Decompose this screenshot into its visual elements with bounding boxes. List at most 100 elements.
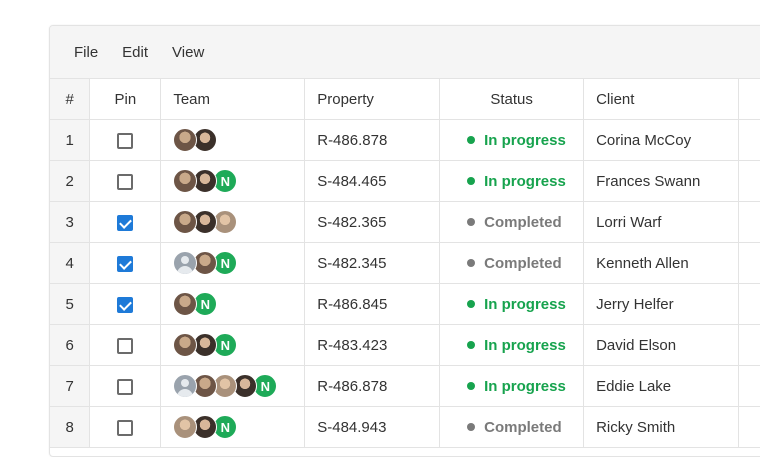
table-row[interactable]: 4NS-482.345CompletedKenneth Allen bbox=[50, 243, 760, 284]
pin-cell bbox=[90, 366, 161, 407]
menu-view[interactable]: View bbox=[160, 44, 216, 61]
status-dot-icon bbox=[467, 136, 475, 144]
table-row[interactable]: 8 NS-484.943 Completed Ricky Smith bbox=[50, 407, 760, 448]
extra-cell bbox=[739, 202, 760, 243]
property-cell: R-486.878 bbox=[305, 366, 440, 407]
property-cell: S-484.465 bbox=[305, 161, 440, 202]
avatar-woman-photo[interactable] bbox=[173, 128, 197, 152]
team-cell: N bbox=[161, 161, 305, 202]
pin-checkbox[interactable] bbox=[117, 338, 133, 354]
pin-cell bbox=[90, 120, 161, 161]
client-cell: Kenneth Allen bbox=[584, 243, 739, 284]
header-row: # Pin Team Property Status Client bbox=[50, 79, 760, 120]
property-cell: R-486.878 bbox=[305, 120, 440, 161]
pin-checkbox[interactable] bbox=[117, 379, 133, 395]
team-cell: N bbox=[161, 407, 305, 448]
pin-checkbox[interactable] bbox=[117, 215, 133, 231]
menu-file[interactable]: File bbox=[62, 44, 110, 61]
row-number: 2 bbox=[50, 161, 90, 202]
status-cell: In progress bbox=[440, 161, 584, 202]
status-cell: Completed bbox=[440, 243, 584, 284]
column-header-status[interactable]: Status bbox=[440, 79, 584, 120]
status-dot-icon bbox=[467, 259, 475, 267]
avatar-placeholder[interactable] bbox=[173, 374, 197, 398]
team-cell bbox=[161, 202, 305, 243]
team-avatars: N bbox=[161, 325, 304, 365]
status-label: In progress bbox=[484, 132, 566, 149]
row-number: 5 bbox=[50, 284, 90, 325]
status-label: Completed bbox=[484, 214, 562, 231]
avatar-woman-photo[interactable] bbox=[173, 169, 197, 193]
table-row[interactable]: 2 NS-484.465In progressFrances Swann bbox=[50, 161, 760, 202]
column-header-pin[interactable]: Pin bbox=[90, 79, 161, 120]
property-cell: R-483.423 bbox=[305, 325, 440, 366]
pin-cell bbox=[90, 407, 161, 448]
team-avatars: N bbox=[161, 243, 304, 283]
table-row[interactable]: 7NR-486.878In progressEddie Lake bbox=[50, 366, 760, 407]
client-cell: Eddie Lake bbox=[584, 366, 739, 407]
property-cell: R-486.845 bbox=[305, 284, 440, 325]
menu-edit[interactable]: Edit bbox=[110, 44, 160, 61]
extra-cell bbox=[739, 325, 760, 366]
extra-cell bbox=[739, 161, 760, 202]
row-number: 1 bbox=[50, 120, 90, 161]
avatar-woman-photo[interactable] bbox=[173, 292, 197, 316]
table-row[interactable]: 1 R-486.878 In progress Corina McCoy bbox=[50, 120, 760, 161]
status-label: Completed bbox=[484, 419, 562, 436]
status-cell: In progress bbox=[440, 325, 584, 366]
pin-checkbox[interactable] bbox=[117, 174, 133, 190]
status-dot-icon bbox=[467, 177, 475, 185]
avatar-woman-photo[interactable] bbox=[173, 333, 197, 357]
status-dot-icon bbox=[467, 382, 475, 390]
status-cell: In progress bbox=[440, 120, 584, 161]
status-label: In progress bbox=[484, 337, 566, 354]
property-cell: S-482.345 bbox=[305, 243, 440, 284]
status-label: In progress bbox=[484, 296, 566, 313]
client-cell: Ricky Smith bbox=[584, 407, 739, 448]
status-dot-icon bbox=[467, 423, 475, 431]
status-cell: In progress bbox=[440, 284, 584, 325]
pin-checkbox[interactable] bbox=[117, 420, 133, 436]
client-cell: David Elson bbox=[584, 325, 739, 366]
column-header-property[interactable]: Property bbox=[305, 79, 440, 120]
pin-checkbox[interactable] bbox=[117, 133, 133, 149]
extra-cell bbox=[739, 120, 760, 161]
status-cell: Completed bbox=[440, 202, 584, 243]
row-number: 7 bbox=[50, 366, 90, 407]
column-header-client[interactable]: Client bbox=[584, 79, 739, 120]
status-dot-icon bbox=[467, 218, 475, 226]
property-cell: S-484.943 bbox=[305, 407, 440, 448]
column-header-num[interactable]: # bbox=[50, 79, 90, 120]
pin-checkbox[interactable] bbox=[117, 256, 133, 272]
team-cell: N bbox=[161, 284, 305, 325]
client-cell: Lorri Warf bbox=[584, 202, 739, 243]
team-avatars: N bbox=[161, 161, 304, 201]
client-cell: Frances Swann bbox=[584, 161, 739, 202]
team-cell: N bbox=[161, 366, 305, 407]
pin-cell bbox=[90, 243, 161, 284]
table-row[interactable]: 3S-482.365CompletedLorri Warf bbox=[50, 202, 760, 243]
table-row[interactable]: 5 NR-486.845 In progress Jerry Helfer bbox=[50, 284, 760, 325]
client-cell: Corina McCoy bbox=[584, 120, 739, 161]
extra-cell bbox=[739, 243, 760, 284]
table-row[interactable]: 6 NR-483.423 In progress David Elson bbox=[50, 325, 760, 366]
pin-checkbox[interactable] bbox=[117, 297, 133, 313]
column-header-extra bbox=[739, 79, 760, 120]
status-dot-icon bbox=[467, 341, 475, 349]
avatar-man-photo[interactable] bbox=[173, 415, 197, 439]
pin-cell bbox=[90, 161, 161, 202]
avatar-woman-photo[interactable] bbox=[173, 210, 197, 234]
client-cell: Jerry Helfer bbox=[584, 284, 739, 325]
pin-cell bbox=[90, 284, 161, 325]
team-avatars: N bbox=[161, 284, 304, 324]
row-number: 6 bbox=[50, 325, 90, 366]
column-header-team[interactable]: Team bbox=[161, 79, 305, 120]
data-grid-card: File Edit View # Pin Team Property Statu… bbox=[49, 25, 760, 457]
row-number: 3 bbox=[50, 202, 90, 243]
status-label: Completed bbox=[484, 255, 562, 272]
avatar-placeholder[interactable] bbox=[173, 251, 197, 275]
team-cell bbox=[161, 120, 305, 161]
row-number: 8 bbox=[50, 407, 90, 448]
data-table: # Pin Team Property Status Client 1 R-486… bbox=[50, 79, 760, 448]
status-dot-icon bbox=[467, 300, 475, 308]
